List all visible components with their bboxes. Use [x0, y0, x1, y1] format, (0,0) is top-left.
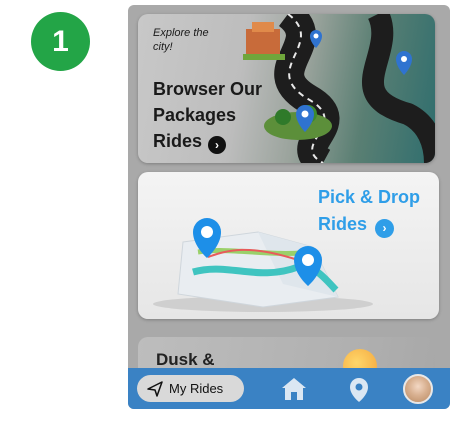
dusk-title: Dusk &: [156, 350, 215, 369]
avatar[interactable]: [403, 374, 433, 404]
bottom-nav-bar: My Rides: [128, 368, 450, 409]
phone-screen: Explore the city! Browser Our Packages R…: [128, 5, 450, 409]
pick-drop-title: Pick & Drop Rides ›: [318, 184, 436, 238]
home-icon[interactable]: [281, 377, 307, 401]
my-rides-label: My Rides: [169, 381, 224, 396]
pick-drop-title-text: Pick & Drop Rides: [318, 187, 421, 234]
send-icon: [147, 380, 163, 397]
packages-rides-card[interactable]: Explore the city! Browser Our Packages R…: [138, 14, 435, 163]
pick-drop-rides-card[interactable]: Pick & Drop Rides ›: [138, 172, 439, 319]
packages-title: Browser Our Packages Rides ›: [153, 76, 283, 154]
packages-tagline: Explore the city!: [153, 27, 209, 53]
chevron-right-circle-icon[interactable]: ›: [375, 219, 395, 238]
location-pin-icon[interactable]: [349, 377, 369, 403]
packages-title-text: Browser Our Packages Rides: [153, 79, 263, 151]
step-number-badge: 1: [31, 12, 90, 71]
chevron-right-circle-icon[interactable]: ›: [208, 136, 227, 154]
my-rides-button[interactable]: My Rides: [137, 375, 244, 402]
